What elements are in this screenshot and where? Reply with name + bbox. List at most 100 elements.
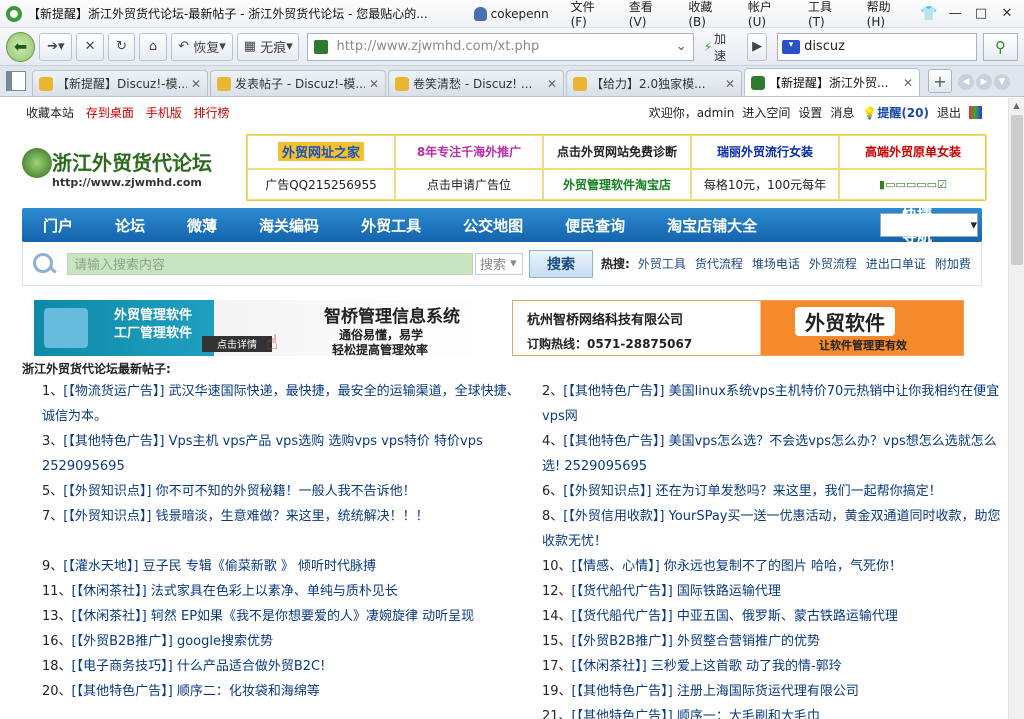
post-title-link[interactable]: 还在为订单发愁吗？来这里，我们一起帮你搞定！ bbox=[656, 484, 942, 499]
close-tab-icon[interactable]: ✕ bbox=[191, 77, 201, 91]
menu-view[interactable]: 查看(V) bbox=[620, 0, 680, 29]
maximize-button[interactable]: □ bbox=[970, 5, 992, 23]
post-title-link[interactable]: 国际铁路运输代理 bbox=[677, 584, 781, 599]
ad-cell[interactable]: 瑞丽外贸流行女装 bbox=[691, 135, 839, 169]
nav-tools[interactable]: 外贸工具 bbox=[340, 215, 442, 236]
forward-button[interactable]: ➔▾ bbox=[39, 32, 73, 61]
hot-link[interactable]: 货代流程 bbox=[695, 255, 743, 272]
nav-weibo[interactable]: 微薄 bbox=[166, 215, 238, 236]
post-title-link[interactable]: 轲然 EP如果《我不是你想要爱的人》凄婉旋律 动听呈现 bbox=[151, 609, 474, 624]
search-engine-icon[interactable]: ▾ bbox=[782, 39, 801, 54]
post-category-link[interactable]: [【外贸知识点】] bbox=[63, 509, 151, 524]
post-title-link[interactable]: 你不可不知的外贸秘籍！一般人我不告诉他！ bbox=[156, 484, 416, 499]
close-tab-icon[interactable]: ✕ bbox=[369, 77, 379, 91]
post-category-link[interactable]: [【其他特色广告】] bbox=[563, 434, 664, 449]
post-title-link[interactable]: 豆子民 专辑《偷菜新歌 》 倾听时代脉搏 bbox=[143, 559, 376, 574]
close-button[interactable]: ✕ bbox=[996, 5, 1018, 23]
address-bar[interactable]: http://www.zjwmhd.com/xt.php ⌄ bbox=[307, 32, 694, 61]
speed-up-button[interactable]: ⚡ 加速 bbox=[698, 30, 743, 64]
post-category-link[interactable]: [【货代船代广告】] bbox=[572, 609, 673, 624]
search-button[interactable]: 搜索 bbox=[529, 249, 593, 278]
nav-portal[interactable]: 门户 bbox=[22, 215, 94, 236]
url-text[interactable]: http://www.zjwmhd.com/xt.php bbox=[336, 39, 539, 54]
search-type-select[interactable]: 搜索 ▾ bbox=[475, 252, 523, 275]
post-category-link[interactable]: [【休闲茶社】] bbox=[572, 659, 647, 674]
tab-list-icon[interactable]: ▼ bbox=[994, 74, 1010, 90]
go-arrow-button[interactable]: ▶ bbox=[747, 32, 768, 61]
ad-cell[interactable]: 点击申请广告位 bbox=[395, 168, 543, 200]
username-link[interactable]: admin bbox=[697, 106, 735, 120]
search-input[interactable]: discuz bbox=[804, 39, 845, 54]
post-category-link[interactable]: [【其他特色广告】] bbox=[563, 384, 664, 399]
post-category-link[interactable]: [【外贸B2B推广】] bbox=[72, 634, 173, 649]
post-category-link[interactable]: [【灌水天地】] bbox=[63, 559, 138, 574]
skin-icon[interactable]: 👕 bbox=[918, 5, 940, 23]
home-button[interactable]: ⌂ bbox=[139, 32, 167, 61]
menu-account[interactable]: 帐户(U) bbox=[739, 0, 799, 29]
post-title-link[interactable]: 外贸整合营销推广的优势 bbox=[677, 634, 820, 649]
post-title-link[interactable]: 钱景暗淡，生意难做？来这里，统统解决！！！ bbox=[156, 509, 429, 524]
post-title-link[interactable]: 注册上海国际货运代理有限公司 bbox=[677, 684, 859, 699]
restore-button[interactable]: ↶ 恢复 ▾ bbox=[170, 32, 234, 61]
post-category-link[interactable]: [【休闲茶社】] bbox=[72, 609, 147, 624]
post-title-link[interactable]: google搜索优势 bbox=[177, 634, 273, 649]
hot-link[interactable]: 堆场电话 bbox=[752, 255, 800, 272]
tab-1[interactable]: 【新提醒】Discuz!-模... ✕ bbox=[32, 70, 208, 96]
menu-tools[interactable]: 工具(T) bbox=[799, 0, 858, 29]
ad-cell[interactable]: 8年专注千海外推广 bbox=[395, 135, 543, 169]
ad-cell[interactable]: 高端外贸原单女装 bbox=[839, 135, 987, 169]
refresh-button[interactable]: ↻ bbox=[107, 32, 136, 61]
post-title-link[interactable]: 中亚五国、俄罗斯、蒙古铁路运输代理 bbox=[677, 609, 898, 624]
sidebar-toggle-icon[interactable] bbox=[6, 71, 26, 91]
post-category-link[interactable]: [【情感、心情】] bbox=[572, 559, 660, 574]
site-search-input[interactable]: 请输入搜索内容 bbox=[67, 252, 473, 275]
tab-5-active[interactable]: 【新提醒】浙江外贸... ✕ bbox=[744, 68, 920, 96]
post-title-link[interactable]: 什么产品适合做外贸B2C! bbox=[177, 659, 325, 674]
ad-cell[interactable]: 点击外贸网站免费诊断 bbox=[543, 135, 691, 169]
post-category-link[interactable]: [【休闲茶社】] bbox=[72, 584, 147, 599]
post-category-link[interactable]: [【外贸知识点】] bbox=[63, 484, 151, 499]
tab-scroll-right-icon[interactable]: ▶ bbox=[976, 74, 992, 90]
post-category-link[interactable]: [【其他特色广告】] bbox=[572, 709, 673, 719]
minimize-button[interactable]: — bbox=[944, 5, 966, 23]
post-category-link[interactable]: [【其他特色广告】] bbox=[572, 684, 673, 699]
ad-cell[interactable]: 外贸管理软件淘宝店 bbox=[543, 168, 691, 200]
incognito-button[interactable]: ▦ 无痕 ▾ bbox=[237, 32, 300, 61]
nav-forum[interactable]: 论坛 bbox=[94, 215, 166, 236]
hot-link[interactable]: 外贸流程 bbox=[809, 255, 857, 272]
close-tab-icon[interactable]: ✕ bbox=[903, 76, 913, 90]
link-mobile[interactable]: 手机版 bbox=[146, 106, 182, 120]
ad-cell[interactable]: 每格10元，100元每年 bbox=[691, 168, 839, 200]
post-category-link[interactable]: [【物流货运广告】] bbox=[63, 384, 164, 399]
tab-3[interactable]: 卷笑清愁 - Discuz! ... ✕ bbox=[388, 70, 564, 96]
link-space[interactable]: 进入空间 bbox=[742, 104, 790, 121]
post-title-link[interactable]: 三秒爱上这首歌 动了我的情-郭玲 bbox=[651, 659, 842, 674]
search-go-button[interactable]: ⚲ bbox=[983, 32, 1018, 61]
chevron-down-icon[interactable]: ⌄ bbox=[676, 39, 687, 54]
hot-link[interactable]: 外贸工具 bbox=[638, 255, 686, 272]
tab-4[interactable]: 【给力】2.0独家模... ✕ bbox=[566, 70, 742, 96]
quick-nav-button[interactable]: 快捷导航 ▾ bbox=[880, 206, 978, 245]
ad-cell[interactable]: 广告QQ215256955 bbox=[247, 168, 395, 200]
ad-cell-progress-icon[interactable]: ▮▭▭▭▭▭☑ bbox=[839, 168, 987, 200]
menu-help[interactable]: 帮助(H) bbox=[858, 0, 918, 29]
post-category-link[interactable]: [【货代船代广告】] bbox=[572, 584, 673, 599]
stop-button[interactable]: ✕ bbox=[76, 32, 104, 61]
link-reminders[interactable]: 💡提醒(20) bbox=[862, 104, 929, 121]
post-category-link[interactable]: [【电子商务技巧】] bbox=[72, 659, 173, 674]
post-title-link[interactable]: 顺序一：大毛刷和大毛巾 bbox=[677, 709, 820, 719]
account-user[interactable]: cokepenn bbox=[473, 6, 554, 21]
post-category-link[interactable]: [【其他特色广告】] bbox=[72, 684, 173, 699]
nav-hs-code[interactable]: 海关编码 bbox=[238, 215, 340, 236]
post-title-link[interactable]: 法式家具在色彩上以素净、单纯与质朴见长 bbox=[151, 584, 398, 599]
nav-bus-map[interactable]: 公交地图 bbox=[442, 215, 544, 236]
post-category-link[interactable]: [【外贸B2B推广】] bbox=[572, 634, 673, 649]
ad-cell[interactable]: 外贸网址之家 bbox=[247, 135, 395, 169]
close-tab-icon[interactable]: ✕ bbox=[547, 77, 557, 91]
color-theme-icon[interactable] bbox=[969, 105, 982, 119]
post-title-link[interactable]: 顺序二：化妆袋和海绵等 bbox=[177, 684, 320, 699]
banner-software[interactable]: 外贸管理软件 工厂管理软件 智桥管理信息系统 通俗易懂，易学 轻松提高管理效率 … bbox=[34, 300, 484, 357]
search-engine-box[interactable]: ▾ discuz bbox=[777, 32, 978, 61]
menu-favorites[interactable]: 收藏(B) bbox=[679, 0, 739, 29]
post-category-link[interactable]: [【外贸知识点】] bbox=[563, 484, 651, 499]
